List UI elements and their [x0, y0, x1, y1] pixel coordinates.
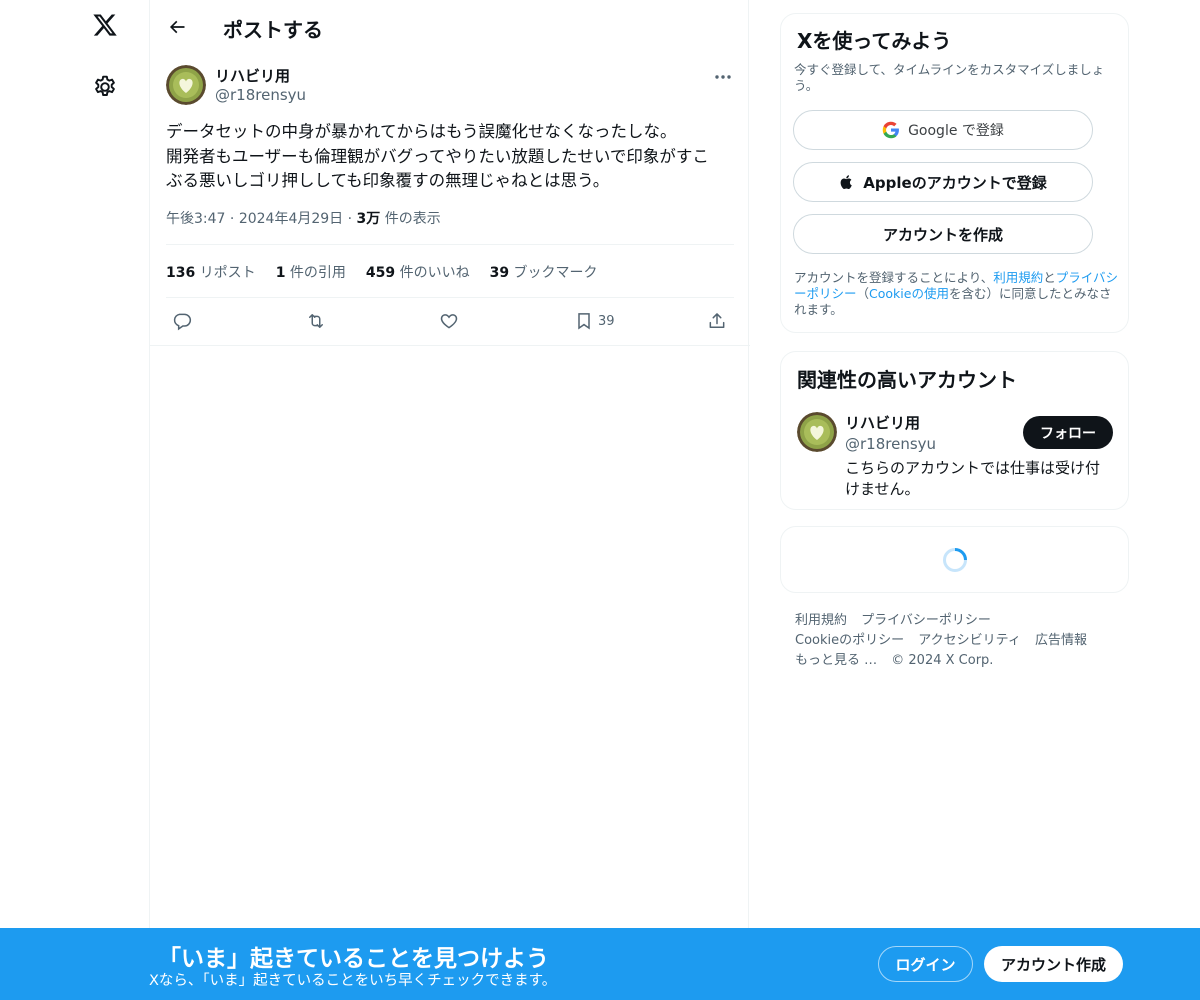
create-account-button[interactable]: アカウントを作成 — [793, 214, 1093, 254]
footer-links: 利用規約 プライバシーポリシー Cookieのポリシー アクセシビリティ 広告情… — [795, 611, 1125, 671]
repost-icon[interactable] — [305, 311, 327, 331]
related-bio: こちらのアカウントでは仕事は受け付けません。 — [845, 459, 1101, 498]
meta-separator: · — [229, 211, 239, 227]
bookmark-action[interactable]: 39 — [574, 311, 615, 331]
page-title: ポストする — [223, 18, 323, 42]
meta-separator: · — [347, 211, 357, 227]
quotes-stat[interactable]: 1 件の引用 — [276, 262, 346, 282]
apple-signup-label: Appleのアカウントで登録 — [863, 173, 1047, 192]
main-column: ポストする リハビリ用 @r18rensyu データセットの中身が暴かれてからは… — [149, 0, 750, 1000]
follow-button[interactable]: フォロー — [1023, 416, 1113, 449]
back-arrow-icon[interactable] — [164, 14, 190, 40]
footer-more-link[interactable]: もっと見る … — [795, 653, 877, 668]
related-title: 関連性の高いアカウント — [797, 368, 1017, 392]
tweet-stats: 136 リポスト 1 件の引用 459 件のいいね 39 ブックマーク — [166, 262, 598, 282]
settings-gear-icon[interactable] — [92, 74, 118, 100]
google-signup-button[interactable]: Google で登録 — [793, 110, 1093, 150]
more-options-icon[interactable] — [712, 67, 734, 87]
banner-subtitle: Xなら、「いま」起きていることをいち早くチェックできます。 — [149, 973, 557, 989]
share-icon[interactable] — [707, 311, 727, 331]
likes-stat[interactable]: 459 件のいいね — [366, 262, 470, 282]
footer-cookie-link[interactable]: Cookieのポリシー — [795, 633, 904, 648]
login-button[interactable]: ログイン — [878, 946, 973, 982]
left-rail — [60, 0, 150, 1000]
tweet-meta: 午後3:47 · 2024年4月29日 · 3万 件の表示 — [166, 208, 441, 228]
tweet-actions: 39 — [150, 307, 750, 337]
tweet-text-line: 開発者もユーザーも倫理観がバグってやりたい放題したせいで印象がすこ — [166, 146, 709, 166]
signup-subtitle: 今すぐ登録して、タイムラインをカスタマイズしましょう。 — [794, 62, 1105, 93]
author-handle[interactable]: @r18rensyu — [215, 86, 306, 104]
main-header: ポストする — [150, 0, 750, 53]
cookie-link[interactable]: Cookieの使用 — [869, 286, 949, 301]
like-heart-icon[interactable] — [439, 311, 459, 331]
views-label: 件の表示 — [384, 211, 441, 227]
author-name[interactable]: リハビリ用 — [215, 65, 290, 86]
divider — [166, 244, 734, 245]
signup-card: Xを使ってみよう 今すぐ登録して、タイムラインをカスタマイズしましょう。 Goo… — [780, 13, 1129, 333]
bookmark-count: 39 — [598, 313, 615, 329]
reposts-stat[interactable]: 136 リポスト — [166, 262, 256, 282]
related-name[interactable]: リハビリ用 — [845, 412, 920, 433]
footer-accessibility-link[interactable]: アクセシビリティ — [918, 633, 1021, 648]
banner-create-account-button[interactable]: アカウント作成 — [984, 946, 1123, 982]
footer-terms-link[interactable]: 利用規約 — [795, 613, 847, 628]
footer-ads-link[interactable]: 広告情報 — [1035, 633, 1087, 648]
tweet-text-line: ぶる悪いしゴリ押ししても印象覆すの無理じゃねとは思う。 — [166, 171, 610, 190]
google-signup-label: Google で登録 — [908, 123, 1004, 139]
bookmark-icon — [578, 313, 590, 330]
bookmarks-stat[interactable]: 39 ブックマーク — [490, 262, 598, 282]
tweet-text: データセットの中身が暴かれてからはもう誤魔化せなくなったしな。 開発者もユーザー… — [166, 120, 736, 194]
related-handle[interactable]: @r18rensyu — [845, 435, 936, 453]
loading-card — [780, 526, 1129, 593]
divider — [166, 297, 734, 298]
google-icon — [882, 121, 900, 139]
related-accounts-card: 関連性の高いアカウント リハビリ用 @r18rensyu フォロー こちらのアカ… — [780, 351, 1129, 510]
signup-banner: 「いま」起きていることを見つけよう Xなら、「いま」起きていることをいち早くチェ… — [0, 928, 1200, 1000]
apple-icon — [840, 175, 853, 190]
tweet-time[interactable]: 午後3:47 — [166, 211, 225, 227]
views-count: 3万 — [356, 211, 381, 227]
tweet-text-line: データセットの中身が暴かれてからはもう誤魔化せなくなったしな。 — [166, 122, 677, 141]
banner-title: 「いま」起きていることを見つけよう — [158, 946, 549, 972]
footer-copyright: © 2024 X Corp. — [891, 653, 994, 668]
reply-icon[interactable] — [172, 311, 192, 331]
related-avatar[interactable] — [797, 412, 837, 452]
create-account-label: アカウントを作成 — [882, 225, 1003, 244]
loading-spinner-icon — [942, 547, 968, 573]
legal-notice: アカウントを登録することにより、利用規約とプライバシーポリシー（Cookieの使… — [794, 270, 1119, 317]
tweet-date[interactable]: 2024年4月29日 — [239, 211, 343, 227]
footer-privacy-link[interactable]: プライバシーポリシー — [861, 613, 991, 628]
terms-link[interactable]: 利用規約 — [993, 270, 1043, 285]
divider — [150, 345, 750, 346]
author-avatar[interactable] — [166, 65, 206, 105]
x-logo-icon[interactable] — [90, 10, 120, 40]
apple-signup-button[interactable]: Appleのアカウントで登録 — [793, 162, 1093, 202]
signup-title: Xを使ってみよう — [797, 29, 952, 53]
